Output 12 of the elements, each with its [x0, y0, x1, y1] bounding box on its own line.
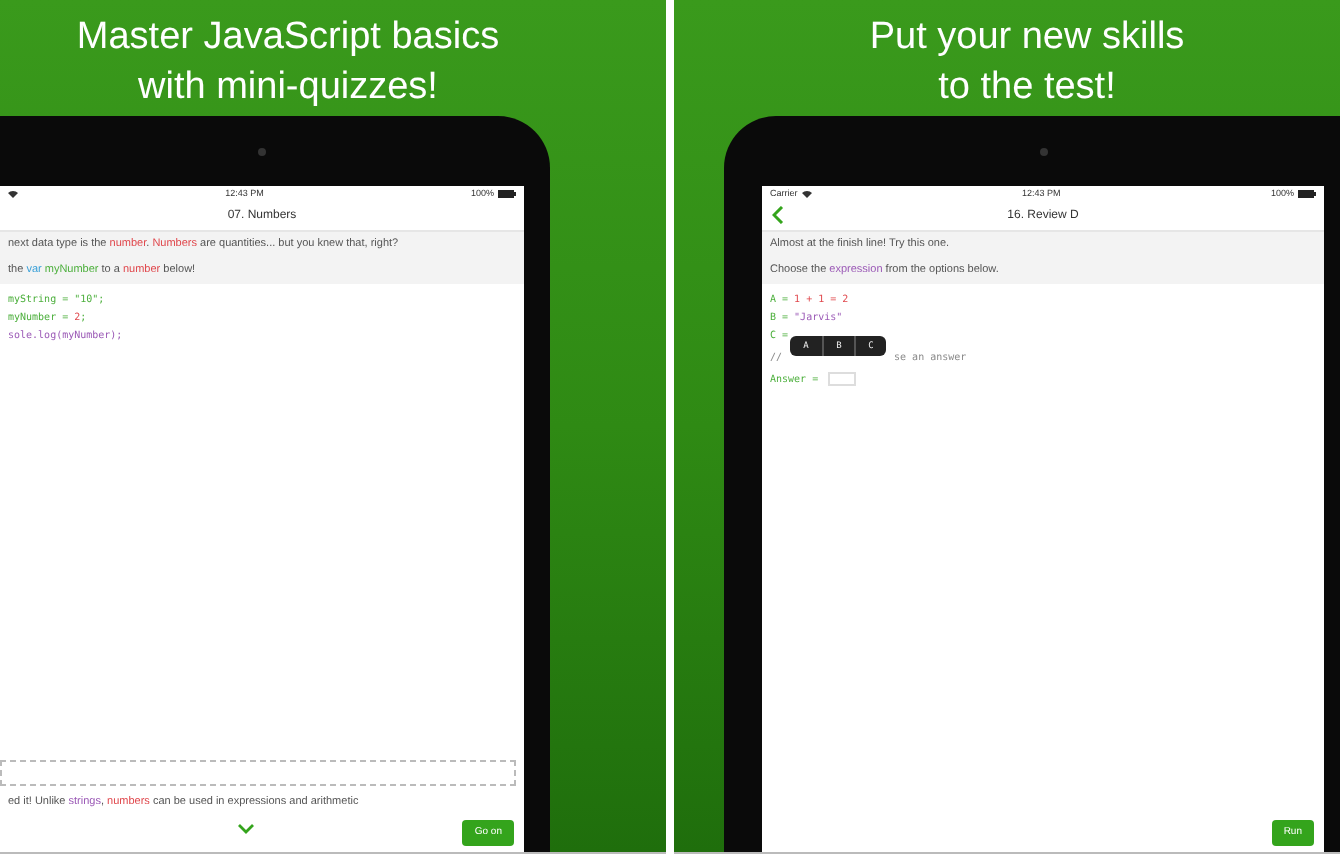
camera-dot [1039, 147, 1047, 155]
battery-icon [1297, 189, 1316, 197]
camera-dot [258, 147, 266, 155]
headline: Put your new skills to the test! [869, 14, 1185, 112]
wifi-icon [801, 189, 812, 197]
answer-input-box[interactable] [0, 760, 516, 786]
answer-field[interactable] [828, 372, 857, 386]
headline: Master JavaScript basics with mini-quizzes! [76, 14, 500, 112]
back-chevron-icon[interactable] [772, 206, 784, 224]
wifi-icon [8, 189, 18, 197]
battery-icon [498, 189, 516, 197]
chevron-down-icon[interactable] [238, 824, 254, 834]
